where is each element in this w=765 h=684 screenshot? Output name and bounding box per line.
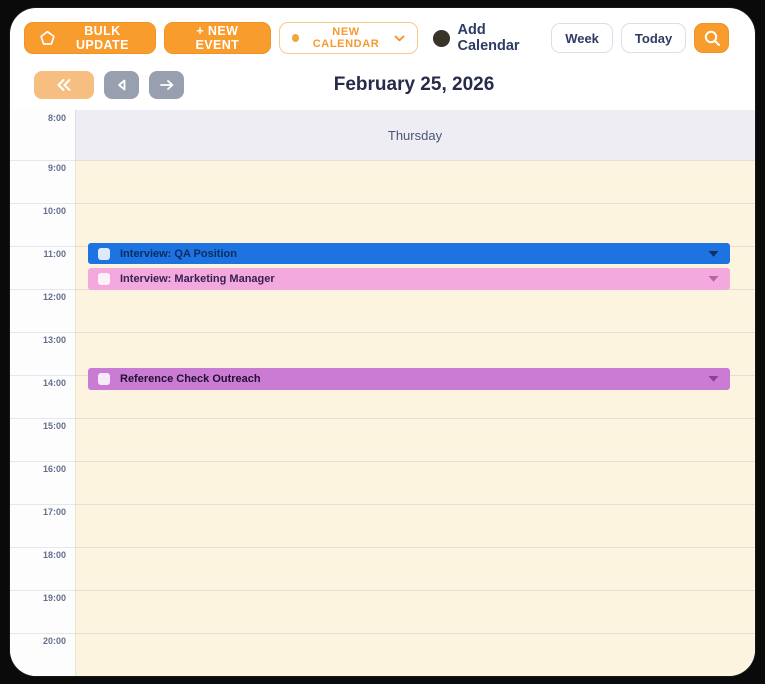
hour-gridline: [10, 418, 755, 419]
time-label: 16:00: [42, 464, 66, 474]
bulk-update-label: BULK UPDATE: [75, 24, 129, 52]
time-gutter: [10, 110, 75, 676]
event-chevron-down-icon[interactable]: [707, 275, 720, 283]
new-event-button[interactable]: + NEW EVENT: [163, 22, 271, 54]
event-bar[interactable]: Interview: Marketing Manager: [88, 268, 730, 290]
event-checkbox-icon: [98, 373, 110, 385]
hour-gridline: [10, 332, 755, 333]
time-label: 10:00: [42, 206, 66, 216]
new-event-label: + NEW EVENT: [195, 24, 240, 52]
bulk-update-button[interactable]: BULK UPDATE: [24, 22, 156, 54]
hour-gridline: [10, 461, 755, 462]
time-label: 11:00: [43, 249, 66, 259]
event-checkbox-icon: [98, 247, 110, 260]
time-label: 17:00: [42, 507, 66, 517]
hour-gridline: [10, 633, 755, 634]
event-checkbox-icon: [98, 273, 110, 285]
prev-week-button[interactable]: [34, 71, 94, 99]
search-icon: [703, 29, 721, 47]
hour-gridline: [10, 590, 755, 591]
event-chevron-down-icon[interactable]: [707, 250, 720, 258]
event-title: Reference Check Outreach: [120, 373, 261, 385]
time-label: 20:00: [42, 636, 66, 646]
calendar-color-dot-icon: [291, 34, 299, 42]
time-label: 15:00: [42, 421, 66, 431]
double-chevron-left-icon: [56, 79, 72, 91]
event-title: Interview: QA Position: [120, 247, 237, 260]
time-label: 9:00: [47, 163, 66, 173]
event-chevron-down-icon[interactable]: [707, 375, 720, 383]
hour-gridline: [10, 547, 755, 548]
gutter-divider: [75, 110, 76, 676]
hour-gridline: [10, 203, 755, 204]
time-grid: Thursday 8:00 9:00 10:00 11:00 12:00 13:00 14:…: [10, 110, 755, 676]
week-label: Week: [565, 30, 599, 46]
day-name-label: Thursday: [387, 127, 443, 143]
time-label: 12:00: [42, 292, 66, 302]
add-calendar-button[interactable]: Add Calendar: [432, 22, 536, 54]
chevron-down-icon: [394, 35, 405, 42]
hour-gridline: [10, 160, 755, 161]
add-calendar-icon: [432, 29, 451, 48]
hour-gridline: [10, 504, 755, 505]
add-calendar-label: Add Calendar: [457, 22, 520, 54]
time-label: 13:00: [42, 335, 66, 345]
calendar-select-label: NEW CALENDAR: [312, 26, 380, 50]
time-label: 8:00: [47, 113, 66, 123]
day-header-band: Thursday: [75, 110, 755, 160]
calendar-select-dropdown[interactable]: NEW CALENDAR: [278, 22, 418, 54]
event-title: Interview: Marketing Manager: [120, 273, 275, 285]
pentagon-icon: [39, 30, 56, 47]
search-button[interactable]: [694, 23, 729, 53]
time-label: 14:00: [42, 378, 66, 388]
today-label: Today: [634, 30, 673, 46]
week-view-button[interactable]: Week: [551, 23, 613, 53]
today-button[interactable]: Today: [620, 23, 687, 53]
nav-row: February 25, 2026: [34, 70, 729, 100]
event-bar[interactable]: Reference Check Outreach: [88, 368, 730, 390]
toolbar: BULK UPDATE + NEW EVENT NEW CALENDAR Add…: [24, 22, 729, 54]
time-label: 19:00: [42, 593, 66, 603]
calendar-app-window: BULK UPDATE + NEW EVENT NEW CALENDAR Add…: [10, 8, 755, 676]
time-label: 18:00: [42, 550, 66, 560]
event-bar[interactable]: Interview: QA Position: [88, 243, 730, 264]
date-title: February 25, 2026: [333, 74, 495, 95]
